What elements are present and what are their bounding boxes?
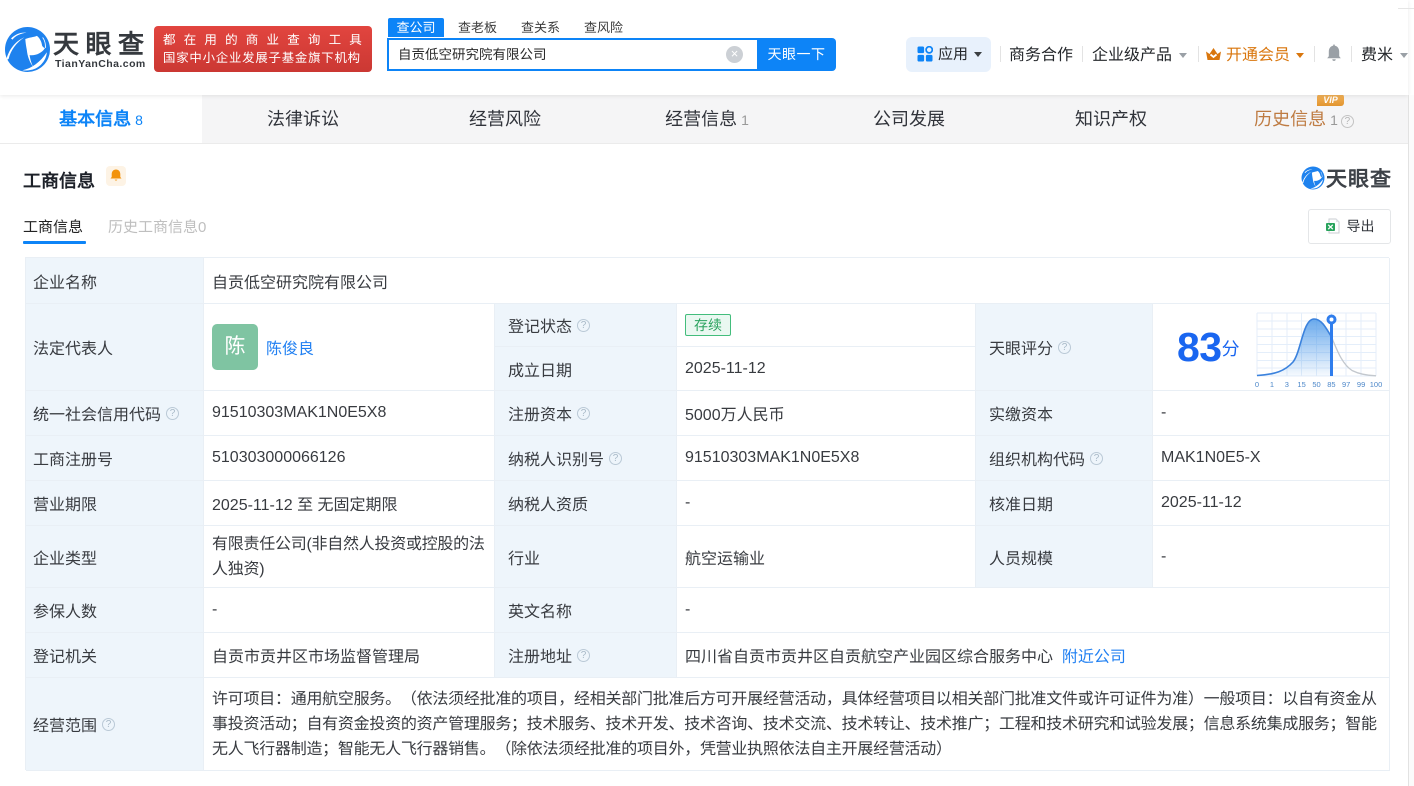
svg-text:85: 85 — [1327, 380, 1335, 389]
svg-text:0: 0 — [1255, 380, 1259, 389]
svg-text:15: 15 — [1297, 380, 1305, 389]
svg-text:100: 100 — [1370, 380, 1383, 389]
svg-text:97: 97 — [1342, 380, 1350, 389]
svg-text:99: 99 — [1357, 380, 1365, 389]
svg-text:3: 3 — [1285, 380, 1289, 389]
svg-text:天眼查: 天眼查 — [1326, 167, 1392, 191]
svg-text:50: 50 — [1312, 380, 1320, 389]
svg-text:1: 1 — [1270, 380, 1274, 389]
